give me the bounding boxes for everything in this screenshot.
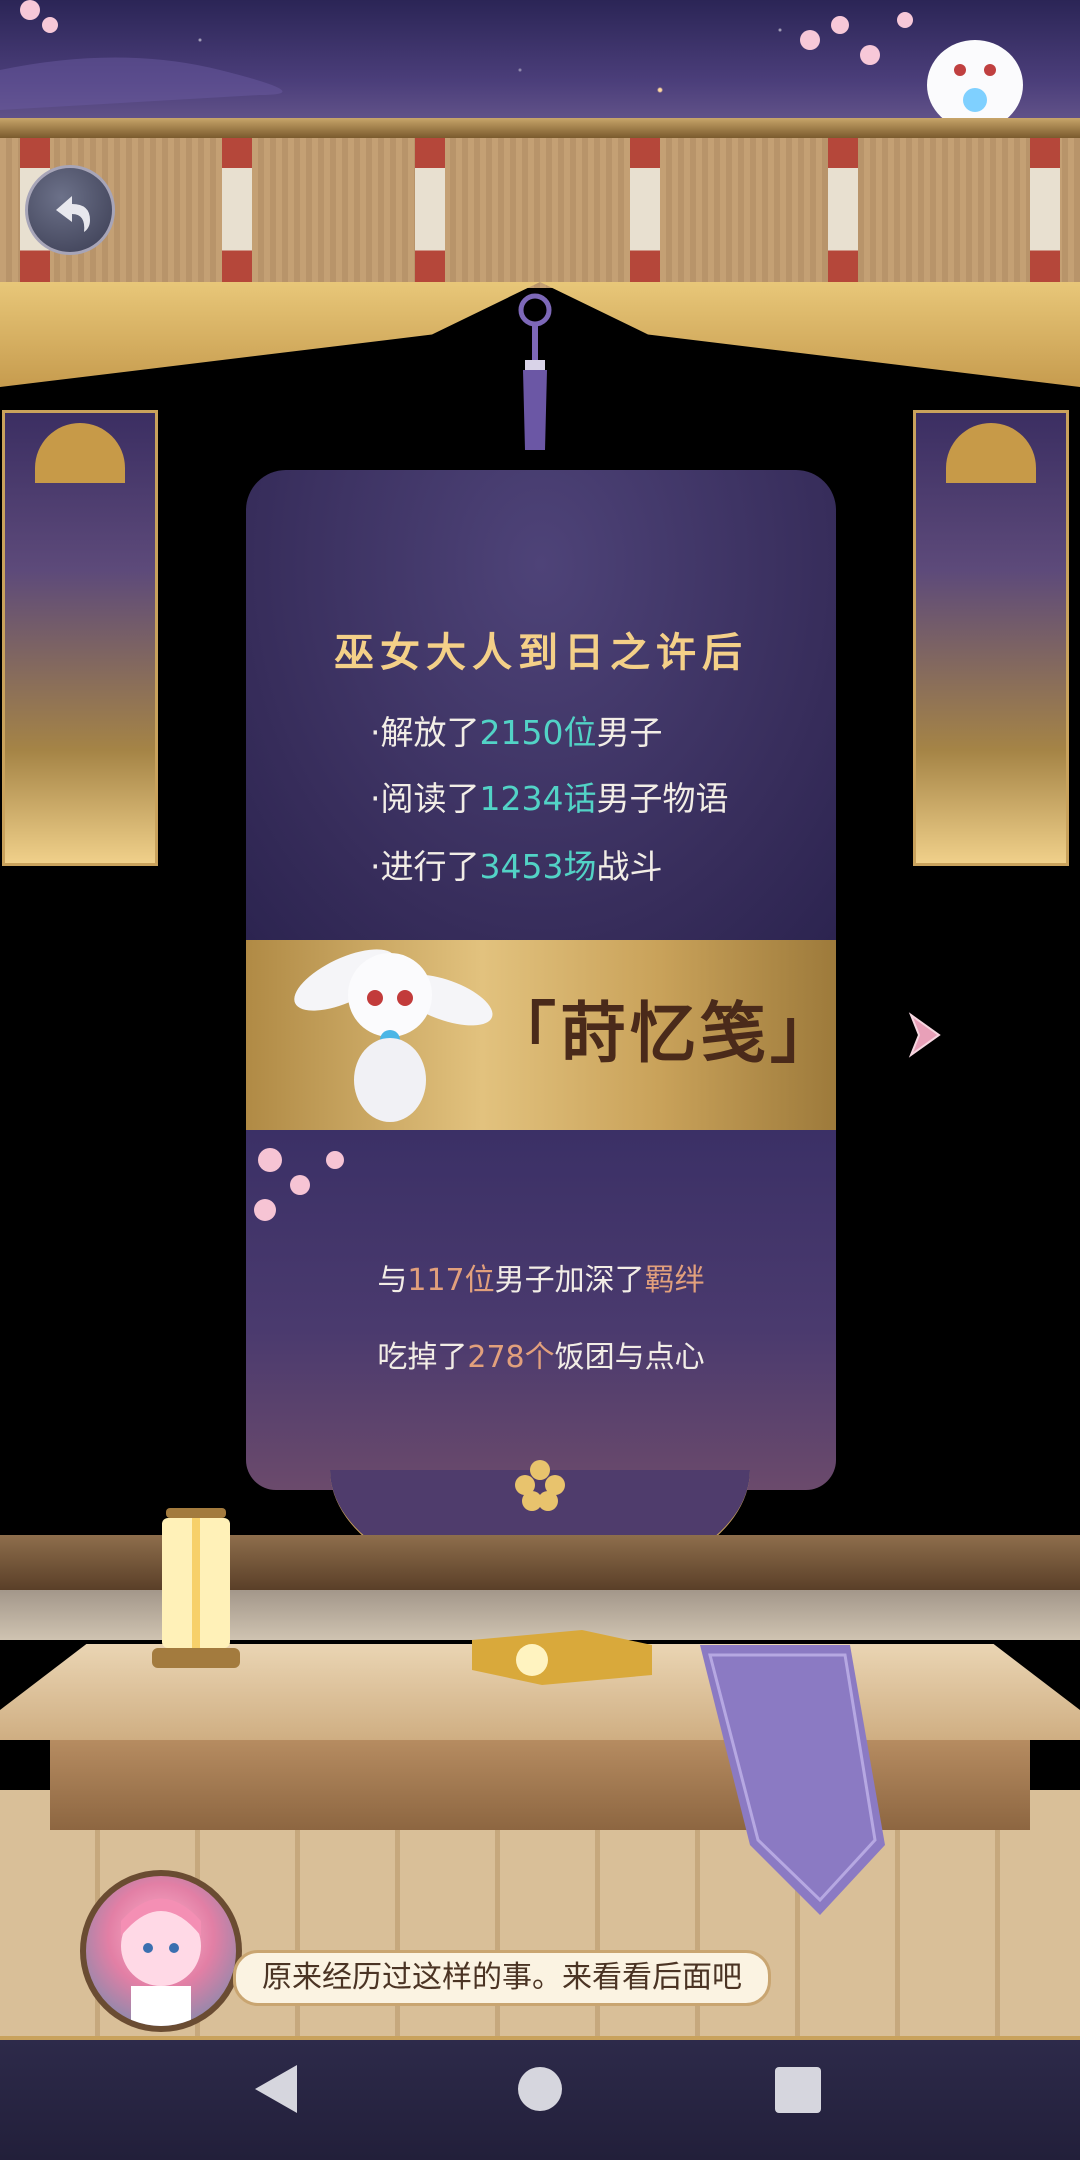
pillar (630, 138, 660, 288)
lantern-icon (152, 1508, 240, 1668)
character-avatar[interactable] (80, 1870, 242, 2032)
back-arrow-icon (56, 196, 90, 232)
wooden-header (0, 138, 1080, 288)
character-portrait-icon (121, 1898, 201, 2026)
stat-battles: ·进行了3453场战斗 (370, 847, 663, 886)
cherry-blossom-icon (254, 1148, 344, 1221)
pillar (222, 138, 252, 288)
nav-back-button[interactable] (255, 2065, 297, 2113)
stat-freed: ·解放了2150位男子 (370, 713, 663, 752)
stat-food: 吃掉了278个饭团与点心 (377, 1340, 705, 1375)
bunny-mascot-icon (927, 40, 1023, 130)
stat-value: 3453场 (479, 847, 597, 886)
stat-value: 278个 (467, 1340, 555, 1375)
pillar (415, 138, 445, 288)
ribbon-title: 「莳忆笺」 (490, 994, 840, 1072)
bunny-mascot-icon (294, 949, 493, 1122)
side-banner-left (2, 410, 158, 866)
card-title: 巫女大人到日之许后 (334, 629, 748, 676)
stat-value: 2150位 (479, 713, 597, 752)
banner-rim (0, 118, 1080, 138)
tassel-ornament (518, 293, 552, 450)
next-button[interactable] (905, 1010, 945, 1060)
pillar (1030, 138, 1060, 288)
nav-recent-button[interactable] (775, 2067, 821, 2113)
gold-flower-icon (515, 1460, 565, 1511)
gold-gift-box-icon (472, 1630, 652, 1685)
top-banner (0, 0, 1080, 135)
back-button[interactable] (25, 165, 115, 255)
chevron-right-icon (908, 1012, 941, 1058)
speech-bubble: 原来经历过这样的事。来看看后面吧 (233, 1950, 771, 2006)
side-banner-right (913, 410, 1069, 866)
table-runner (700, 1645, 885, 1915)
stat-value: 1234话 (479, 779, 597, 818)
nav-home-button[interactable] (518, 2067, 562, 2111)
stat-value: 羁绊 (644, 1263, 705, 1298)
pillar (828, 138, 858, 288)
stat-read: ·阅读了1234话男子物语 (370, 779, 729, 818)
